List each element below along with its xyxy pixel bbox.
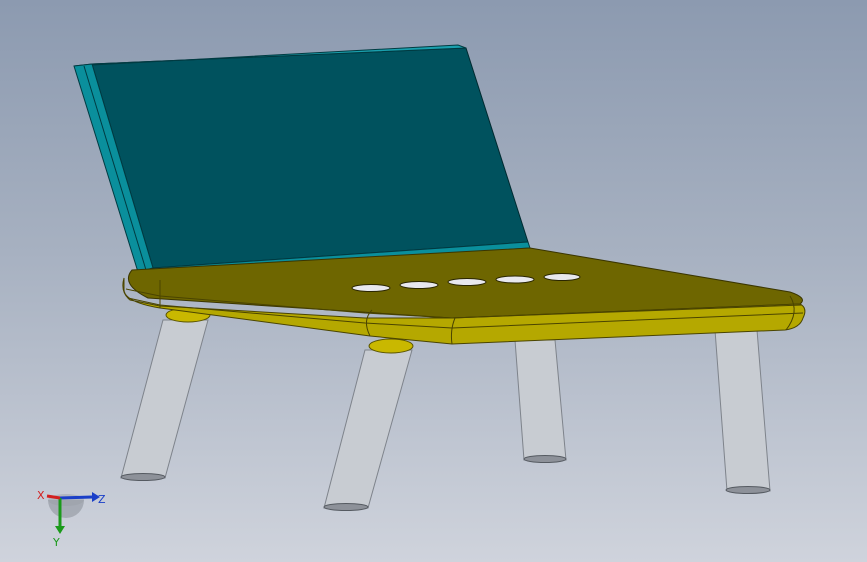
seat-hole: [447, 278, 487, 286]
backrest[interactable]: [73, 44, 531, 273]
seat-hole: [495, 275, 535, 284]
leg-rear-left[interactable]: [120, 307, 211, 481]
chair-model[interactable]: X Y Z: [0, 0, 867, 562]
x-axis: [46, 494, 61, 500]
leg-front-left[interactable]: [323, 338, 414, 511]
z-axis: [59, 495, 93, 500]
seat-hole: [399, 281, 439, 289]
y-axis-label: Y: [52, 536, 60, 549]
z-axis-label: Z: [98, 493, 106, 506]
cad-viewport[interactable]: X Y Z: [0, 0, 867, 562]
seat-hole: [351, 284, 391, 292]
leg-front-right[interactable]: [714, 329, 771, 494]
orientation-triad[interactable]: X Y Z: [37, 489, 106, 549]
seat-hole: [543, 273, 581, 281]
x-axis-label: X: [37, 489, 45, 502]
leg-rear-right[interactable]: [514, 339, 567, 463]
